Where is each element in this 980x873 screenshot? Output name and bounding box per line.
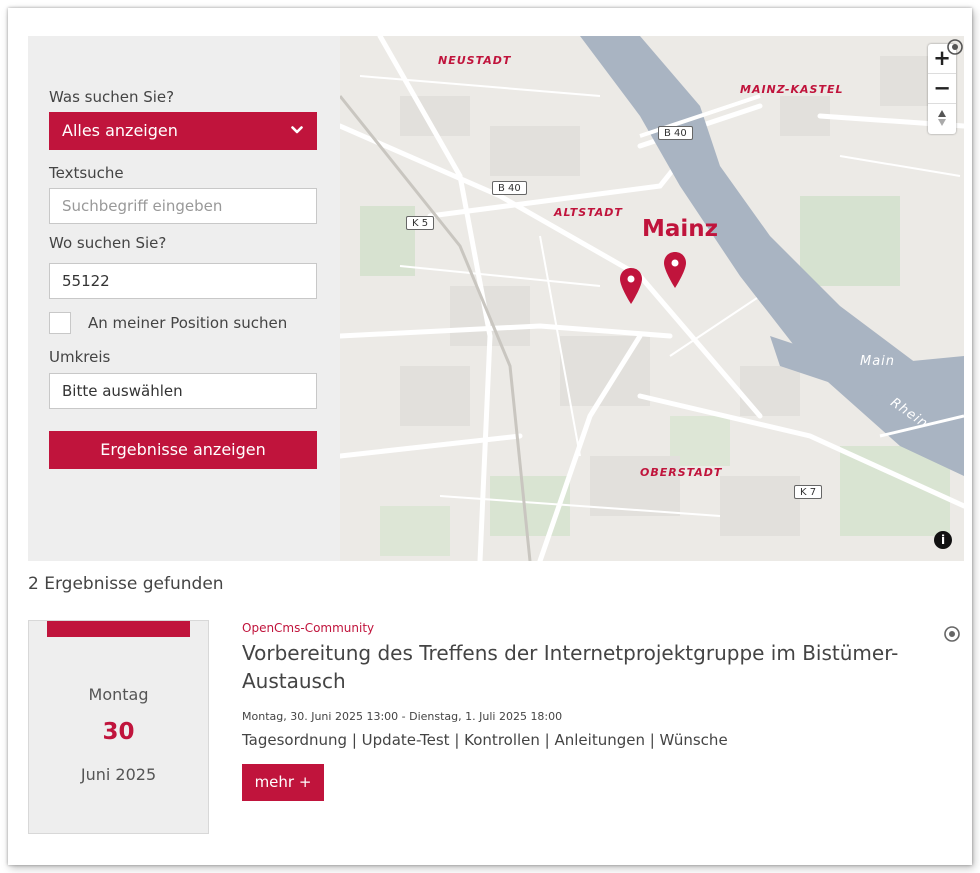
map-label-mainz-kastel: MAINZ-KASTEL (740, 83, 844, 96)
page-frame: Was suchen Sie? Alles anzeigen Textsuche… (8, 8, 972, 865)
road-badge-k5: K 5 (406, 216, 435, 230)
event-weekday: Montag (88, 685, 149, 704)
category-select-value: Alles anzeigen (62, 121, 178, 140)
radius-select[interactable]: Bitte auswählen (49, 373, 317, 409)
city-label: Mainz (642, 216, 719, 242)
more-button[interactable]: mehr + (242, 764, 324, 801)
event-date-card: Montag 30 Juni 2025 (28, 620, 209, 834)
map-marker-icon[interactable] (664, 252, 686, 288)
location-label: Wo suchen Sie? (49, 234, 167, 252)
zoom-controls: + − (928, 44, 956, 134)
search-panel: Was suchen Sie? Alles anzeigen Textsuche… (28, 36, 340, 561)
map-label-altstadt: ALTSTADT (554, 206, 623, 219)
show-on-map-icon[interactable] (943, 625, 961, 643)
my-position-checkbox[interactable] (49, 312, 71, 334)
event-date-range: Montag, 30. Juni 2025 13:00 - Dienstag, … (242, 710, 563, 723)
chevron-down-icon (291, 126, 303, 134)
category-select[interactable]: Alles anzeigen (49, 112, 317, 150)
text-search-input[interactable] (49, 188, 317, 224)
show-results-button[interactable]: Ergebnisse anzeigen (49, 431, 317, 469)
map[interactable]: NEUSTADT MAINZ-KASTEL ALTSTADT OBERSTADT… (340, 36, 964, 561)
road-badge-b40: B 40 (658, 126, 693, 140)
locate-icon[interactable] (946, 38, 964, 56)
map-label-neustadt: NEUSTADT (438, 54, 512, 67)
date-card-accent-bar (47, 621, 190, 637)
map-info-button[interactable]: i (934, 531, 952, 549)
my-position-label: An meiner Position suchen (88, 314, 288, 332)
road-badge-k7: K 7 (794, 485, 823, 499)
compass-icon (938, 110, 946, 126)
map-label-oberstadt: OBERSTADT (640, 466, 723, 479)
river-label-main: Main (860, 354, 896, 369)
map-tiles (340, 36, 964, 561)
zoom-out-button[interactable]: − (928, 74, 956, 104)
event-month: Juni 2025 (80, 765, 157, 784)
text-search-label: Textsuche (49, 164, 124, 182)
road-badge-b40: B 40 (492, 181, 527, 195)
event-day: 30 (102, 719, 135, 745)
event-title-link[interactable]: Vorbereitung des Treffens der Internetpr… (242, 639, 922, 695)
event-tags: Tagesordnung | Update-Test | Kontrollen … (242, 731, 728, 749)
compass-button[interactable] (928, 104, 956, 134)
map-marker-icon[interactable] (620, 268, 642, 304)
what-label: Was suchen Sie? (49, 88, 175, 106)
radius-label: Umkreis (49, 348, 111, 366)
event-category-link[interactable]: OpenCms-Community (242, 621, 374, 635)
location-input[interactable] (49, 263, 317, 299)
result-count: 2 Ergebnisse gefunden (28, 574, 224, 594)
